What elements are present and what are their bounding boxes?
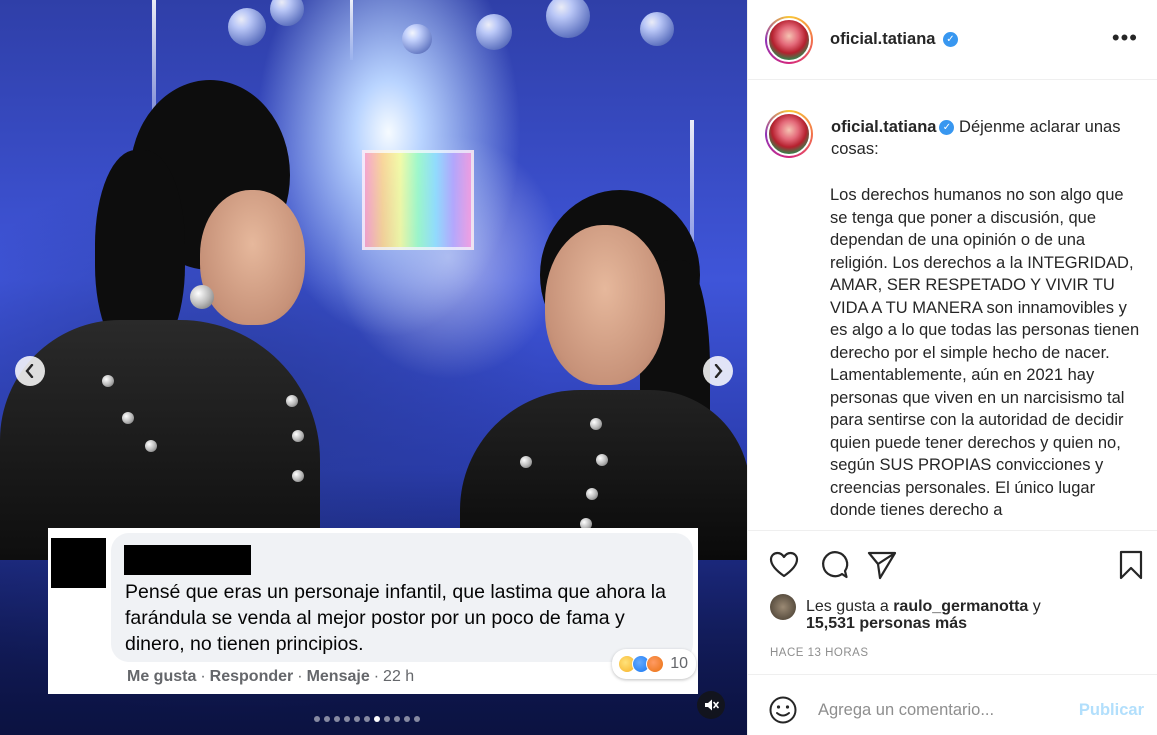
jacket-stud [286,395,298,407]
carousel-dot [384,716,390,722]
post-header: oficial.tatiana ✓ ••• [748,0,1157,80]
facebook-comment-screenshot: Pensé que eras un personaje infantil, qu… [48,528,698,694]
likes-line: Les gusta a raulo_germanotta y [806,598,1041,616]
liker-avatar[interactable] [770,594,796,620]
publish-button[interactable]: Publicar [1079,701,1144,720]
post-sidebar: oficial.tatiana ✓ ••• oficial.tatiana ✓ D… [747,0,1157,735]
collar-stud [590,418,602,430]
jacket-stud [102,375,114,387]
carousel-dot [314,716,320,722]
carousel-dot [374,716,380,722]
comment-time: 22 h [383,668,415,685]
comment-like-link: Me gusta [127,668,197,685]
post-actions: Les gusta a raulo_germanotta y 15,531 pe… [748,530,1157,670]
carousel-dot [364,716,370,722]
comment-input[interactable]: Agrega un comentario... [818,701,994,720]
post-timestamp[interactable]: HACE 13 HORAS [770,647,869,659]
jacket-stud [122,412,134,424]
redacted-avatar [51,538,106,588]
author-name-row: oficial.tatiana ✓ [830,30,958,49]
caption-header: oficial.tatiana ✓ Déjenme aclarar unas co… [831,116,1131,160]
carousel-dot [404,716,410,722]
author-username[interactable]: oficial.tatiana [830,30,935,48]
share-icon[interactable] [866,549,898,581]
collar-stud [520,456,532,468]
chevron-right-icon [714,364,723,378]
carousel-next-button[interactable] [703,356,733,386]
separator: · [373,668,380,685]
mute-toggle-button[interactable] [697,691,725,719]
verified-badge-icon: ✓ [939,120,955,136]
stage-rainbow-screen [362,150,474,250]
separator: · [297,668,303,685]
carousel-dot [324,716,330,722]
performer-left-face [200,190,305,325]
disco-ball [270,0,304,26]
redacted-name [124,545,251,575]
bookmark-icon[interactable] [1115,549,1147,581]
carousel-prev-button[interactable] [15,356,45,386]
carousel-dot [334,716,340,722]
stage-light-beam [350,0,353,60]
emoji-icon[interactable] [768,695,798,725]
verified-badge-icon: ✓ [942,32,958,48]
performer-left-body [0,320,320,560]
carousel-dot [394,716,400,722]
jacket-stud [145,440,157,452]
heart-icon[interactable] [768,549,800,581]
jacket-stud [292,430,304,442]
disco-ball [640,12,674,46]
comment-actions: Me gusta · Responder · Mensaje · 22 h [127,668,414,686]
disco-ball [476,14,512,50]
performer-right-face [545,225,665,385]
chevron-left-icon [25,364,34,378]
comment-icon[interactable] [818,549,850,581]
reaction-summary: 10 [612,649,696,679]
carousel-dot [344,716,350,722]
comment-bubble: Pensé que eras un personaje infantil, qu… [111,533,693,662]
jacket-stud [292,470,304,482]
disco-ball [402,24,432,54]
liker-username[interactable]: raulo_germanotta [893,598,1028,615]
comment-reply-link: Responder [209,668,294,685]
more-options-icon[interactable]: ••• [1112,27,1138,49]
disco-ball [546,0,590,38]
instagram-post-view: Pensé que eras un personaje infantil, qu… [0,0,1157,735]
earring [190,285,214,309]
comment-text: Pensé que eras un personaje infantil, qu… [125,581,666,655]
likes-prefix: Les gusta a [806,598,889,615]
caption-username[interactable]: oficial.tatiana [831,118,936,136]
carousel-dot [414,716,420,722]
likes-suffix: y [1032,598,1041,615]
caption-area: oficial.tatiana ✓ Déjenme aclarar unas co… [764,98,1144,530]
angry-reaction-icon [646,655,665,673]
separator: · [200,668,206,685]
caption-body: Los derechos humanos no son algo que se … [830,186,1140,519]
collar-stud [596,454,608,466]
author-avatar[interactable] [765,16,813,64]
likes-count[interactable]: 15,531 personas más [806,615,967,633]
post-media[interactable]: Pensé que eras un personaje infantil, qu… [0,0,747,735]
carousel-dot [354,716,360,722]
carousel-indicator [314,716,420,722]
comment-message-link: Mensaje [306,668,370,685]
reaction-count: 10 [670,655,688,672]
caption-author-avatar[interactable] [765,110,813,158]
add-comment-bar: Agrega un comentario... Publicar [748,674,1157,735]
speaker-muted-icon [705,699,719,711]
collar-stud [586,488,598,500]
disco-ball [228,8,266,46]
